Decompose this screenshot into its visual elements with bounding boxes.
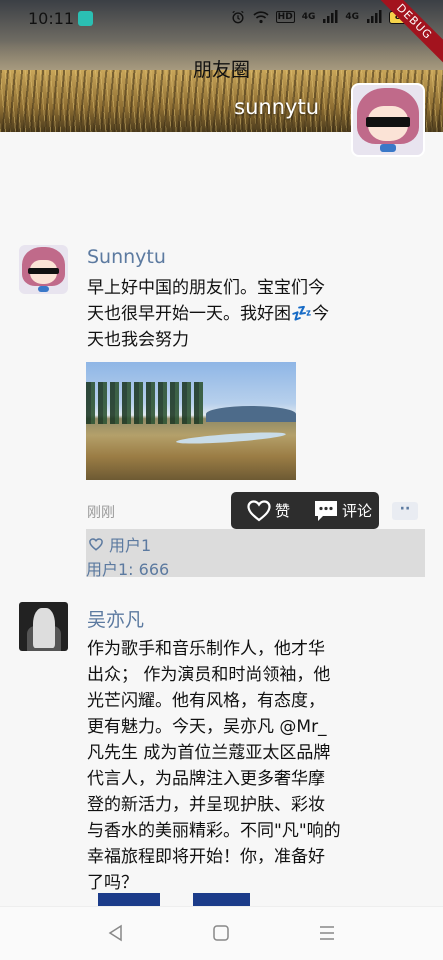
post-content-line: 幸福旅程即将开始！你，准备好 — [87, 847, 325, 867]
status-time: 10:11 — [28, 9, 75, 28]
post-image[interactable] — [86, 362, 296, 480]
moments-screen: 10:11 HD 4G 4G 82 DEBUG 朋友圈 sunnytu Sunn… — [0, 0, 443, 960]
post-content-line: 光芒闪耀。他有风格，有态度， — [87, 691, 325, 711]
image-hills — [206, 406, 296, 422]
avatar-figure — [33, 608, 55, 648]
post-time: 刚刚 — [87, 505, 115, 521]
avatar-bow — [37, 286, 50, 293]
menu-lines-icon[interactable] — [317, 923, 337, 943]
image-river — [175, 430, 287, 446]
more-actions-button[interactable]: ·· — [392, 502, 418, 520]
cover-username: sunnytu — [234, 95, 319, 119]
post-author[interactable]: 吴亦凡 — [87, 605, 144, 632]
avatar-bow — [379, 143, 397, 153]
status-icons: HD 4G 4G 82 — [230, 10, 413, 24]
post-content-line: 与香水的美丽精彩。不同"凡"响的 — [87, 821, 341, 841]
comment-button[interactable]: 评论 — [314, 500, 372, 522]
post-avatar-sunnytu[interactable] — [19, 245, 68, 294]
avatar-glasses — [365, 117, 411, 127]
signal-4g-label-1: 4G — [301, 12, 316, 22]
like-button[interactable]: 赞 — [247, 499, 291, 522]
avatar-glasses — [27, 267, 60, 275]
likes-row: 用户1 — [89, 532, 151, 556]
image-trees — [86, 382, 206, 424]
wifi-icon — [253, 11, 269, 24]
square-home-icon[interactable] — [211, 923, 231, 943]
message-notification-icon — [78, 11, 93, 26]
triangle-back-icon[interactable] — [106, 923, 126, 943]
comment-item[interactable]: 用户1: 666 — [86, 556, 169, 580]
post-image-thumb[interactable] — [193, 893, 250, 907]
post-image-thumb[interactable] — [98, 893, 160, 907]
system-nav-bar — [0, 906, 443, 960]
post-content-line: 凡先生 成为首位兰蔻亚太区品牌 — [87, 743, 331, 763]
liked-user[interactable]: 用户1 — [109, 532, 151, 556]
likes-comments-box: 用户1 用户1: 666 — [86, 529, 425, 580]
signal-4g-label-2: 4G — [345, 12, 359, 22]
post-content-line: 出众； 作为演员和时尚领袖，他 — [87, 665, 331, 685]
signal-bars-icon-2 — [367, 10, 382, 23]
alarm-icon — [232, 10, 244, 24]
post-content-line: 天也我会努力 — [87, 330, 189, 350]
post-content-line: 登的新活力，并呈现护肤、彩妆 — [87, 795, 325, 815]
post-content: 作为歌手和音乐制作人，他才华 出众； 作为演员和时尚领袖，他 光芒闪耀。他有风格… — [87, 636, 367, 896]
like-label: 赞 — [275, 502, 291, 520]
post-content-line: 作为歌手和音乐制作人，他才华 — [87, 639, 325, 659]
hd-badge: HD — [275, 11, 295, 23]
cover-avatar[interactable] — [351, 83, 425, 157]
heart-outline-icon — [89, 537, 103, 551]
post-content: 早上好中国的朋友们。宝宝们今 天也很早开始一天。我好困💤今 天也我会努力 — [87, 275, 367, 353]
comment-label: 评论 — [342, 502, 373, 520]
post-content-line: 更有魅力。今天，吴亦凡 @Mr_ — [87, 717, 327, 737]
post-avatar-wuyifan[interactable] — [19, 602, 68, 651]
status-bar: 10:11 HD 4G 4G 82 — [0, 0, 443, 38]
signal-bars-icon — [323, 10, 338, 23]
action-popup: 赞 评论 — [231, 492, 379, 529]
post-content-line: 早上好中国的朋友们。宝宝们今 — [87, 278, 325, 298]
heart-outline-icon — [247, 499, 271, 521]
comment-bubble-icon — [315, 500, 338, 521]
post-content-line: 代言人，为品牌注入更多奢华摩 — [87, 769, 325, 789]
post-author[interactable]: Sunnytu — [87, 246, 166, 268]
post-content-line: 天也很早开始一天。我好困💤今 — [87, 304, 330, 324]
page-title: 朋友圈 — [192, 59, 250, 81]
